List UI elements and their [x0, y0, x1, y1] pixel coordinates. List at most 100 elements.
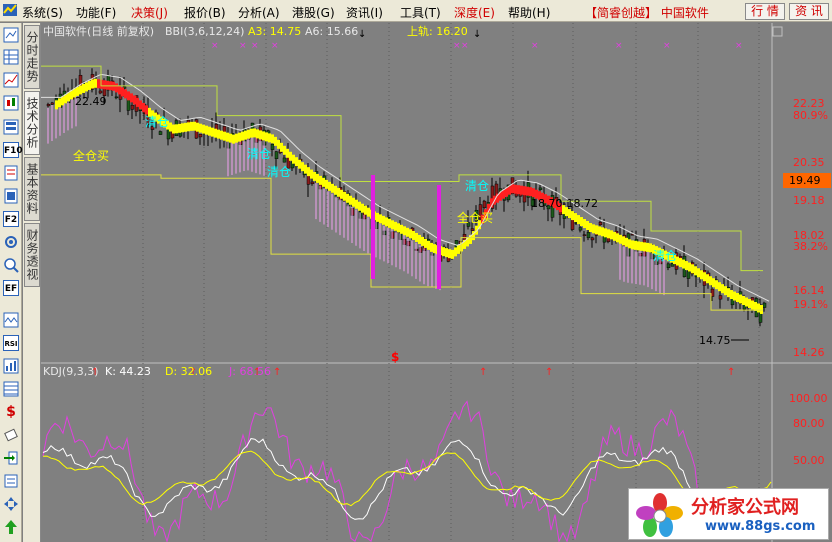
menu-hk-stocks[interactable]: 港股(G)	[292, 4, 335, 21]
eraser-icon[interactable]	[3, 427, 19, 443]
f10-icon[interactable]: F10	[3, 142, 23, 158]
ribbon-red	[133, 95, 136, 105]
ribbon-yellow	[349, 195, 352, 205]
ribbon-yellow	[322, 177, 325, 187]
chart-area[interactable]: × × × × × × × × × ×↓ ↓↑ ↑ ↑ ↑ ↑ ↑ ↑ 中国软件(日线 前复权) BBI(3,6…	[41, 23, 832, 542]
ef-icon[interactable]: EF	[3, 280, 19, 296]
ribbon-yellow	[682, 259, 685, 269]
ribbon-yellow	[280, 142, 283, 152]
table-icon[interactable]	[3, 49, 19, 65]
annotation-low: 14.75	[699, 334, 731, 347]
ribbon-yellow	[259, 130, 262, 140]
quote-button[interactable]: 行 情	[745, 3, 785, 20]
ribbon-yellow	[337, 187, 340, 197]
search-icon[interactable]	[3, 257, 19, 273]
ribbon-yellow	[229, 133, 232, 143]
ribbon-red	[508, 185, 511, 195]
top-marker: ×	[211, 41, 219, 51]
candle-body	[686, 271, 691, 279]
ribbon-yellow	[625, 237, 628, 247]
move-icon[interactable]	[3, 496, 19, 512]
ribbon-yellow	[328, 181, 331, 191]
candle-body	[114, 96, 119, 99]
dollar-icon[interactable]: $	[3, 404, 19, 420]
tab-intraday[interactable]: 分时走势	[24, 25, 40, 89]
ribbon-yellow	[442, 247, 445, 257]
brand-label: 【简睿创越】 中国软件	[585, 6, 709, 20]
ribbon-yellow	[88, 80, 91, 90]
ribbon-yellow	[319, 175, 322, 185]
y-tick-9: 19.1%	[793, 298, 828, 311]
menu-decision[interactable]: 决策(J)	[131, 4, 168, 21]
ribbon-yellow	[205, 125, 208, 135]
menu-function[interactable]: 功能(F)	[76, 4, 116, 21]
ribbon-yellow	[91, 79, 94, 89]
ribbon-yellow	[622, 236, 625, 246]
ribbon-yellow	[724, 286, 727, 296]
indicator-icon[interactable]	[3, 358, 19, 374]
ribbon-yellow	[265, 132, 268, 142]
candle-icon[interactable]	[3, 95, 19, 111]
ribbon-yellow	[574, 213, 577, 223]
dollar-marker: $	[391, 350, 399, 364]
menu-analysis[interactable]: 分析(A)	[238, 4, 280, 21]
finance-icon[interactable]	[3, 165, 19, 181]
line-chart-icon[interactable]	[3, 72, 19, 88]
menu-system[interactable]: 系统(S)	[22, 4, 63, 21]
wave-icon[interactable]	[3, 312, 19, 328]
grid-icon[interactable]	[3, 119, 19, 135]
f2-icon[interactable]: F2	[3, 211, 19, 227]
kdj-j-value: J: 68.56	[228, 365, 271, 378]
menu-help[interactable]: 帮助(H)	[508, 4, 550, 21]
ribbon-yellow	[358, 201, 361, 211]
ribbon-yellow	[364, 205, 367, 215]
ribbon-yellow	[304, 164, 307, 174]
ribbon-yellow	[412, 230, 415, 240]
watermark-url: www.88gs.com	[705, 519, 816, 534]
gear-icon[interactable]	[3, 234, 19, 250]
document-icon[interactable]	[3, 188, 19, 204]
ribbon-yellow	[697, 268, 700, 278]
ribbon-yellow	[589, 223, 592, 233]
candle-body	[538, 187, 543, 190]
ribbon-yellow	[211, 127, 214, 137]
menu-quote[interactable]: 报价(B)	[184, 4, 226, 21]
ribbon-yellow	[580, 217, 583, 227]
info-button[interactable]: 资 讯	[789, 3, 829, 20]
signal-buy-2: 全仓买	[457, 210, 493, 225]
rsi-icon[interactable]: RSI	[3, 335, 19, 351]
current-price: 19.49	[789, 174, 821, 187]
candle-body	[50, 102, 55, 105]
ribbon-yellow	[634, 240, 637, 250]
menu-tools[interactable]: 工具(T)	[400, 4, 441, 21]
ribbon-yellow	[286, 148, 289, 158]
candle-body	[590, 237, 595, 241]
arrow-up-icon[interactable]	[3, 519, 19, 535]
ribbon-yellow	[190, 121, 193, 131]
signal-clear-3: 清仓	[267, 165, 291, 179]
ribbon-yellow	[196, 122, 199, 132]
ribbon-yellow	[178, 123, 181, 133]
ribbon-red	[145, 105, 148, 115]
ribbon-yellow	[685, 261, 688, 271]
signal-buy-1: 全仓买	[73, 148, 109, 163]
tab-fundamentals[interactable]: 基本资料	[24, 157, 40, 221]
chart-icon[interactable]	[3, 27, 19, 43]
ribbon-red	[520, 185, 523, 195]
tab-technical[interactable]: 技术分析	[24, 91, 40, 155]
menu-depth[interactable]: 深度(E)	[454, 4, 495, 21]
candle-body	[598, 221, 603, 226]
menu-news[interactable]: 资讯(I)	[346, 4, 383, 21]
candle-body	[718, 295, 723, 300]
import-icon[interactable]	[3, 450, 19, 466]
list-icon[interactable]	[3, 473, 19, 489]
ribbon-yellow	[310, 169, 313, 179]
y-tick-10: 14.26	[793, 346, 825, 359]
ribbon-yellow	[268, 133, 271, 143]
table2-icon[interactable]	[3, 381, 19, 397]
ribbon-red	[124, 89, 127, 99]
ribbon-yellow	[427, 240, 430, 250]
tab-financials[interactable]: 财务透视	[24, 223, 40, 287]
candle-body	[470, 228, 475, 231]
ribbon-yellow	[217, 129, 220, 139]
